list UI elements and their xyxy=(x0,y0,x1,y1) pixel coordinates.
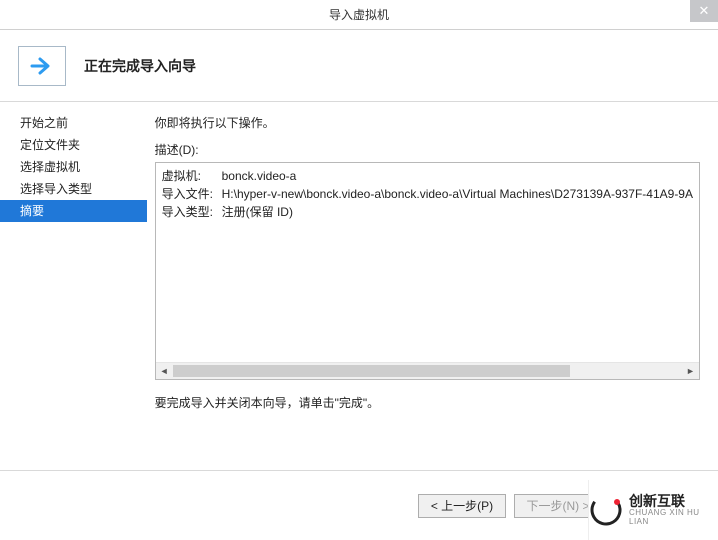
sidebar-item-select-vm[interactable]: 选择虚拟机 xyxy=(0,156,147,178)
brand-text: 创新互联 CHUANG XIN HU LIAN xyxy=(629,494,718,527)
import-type-value: 注册(保留 ID) xyxy=(222,203,293,221)
main-panel: 你即将执行以下操作。 描述(D): 虚拟机: bonck.video-a 导入文… xyxy=(147,102,718,470)
description-content: 虚拟机: bonck.video-a 导入文件: H:\hyper-v-new\… xyxy=(156,163,699,225)
sidebar-item-before-begin[interactable]: 开始之前 xyxy=(0,112,147,134)
finish-hint-text: 要完成导入并关闭本向导，请单击"完成"。 xyxy=(155,394,700,411)
import-type-label: 导入类型: xyxy=(162,203,222,221)
page-title: 正在完成导入向导 xyxy=(84,56,196,76)
scroll-track[interactable] xyxy=(173,363,682,379)
summary-row-import-type: 导入类型: 注册(保留 ID) xyxy=(162,203,693,221)
vm-label: 虚拟机: xyxy=(162,167,222,185)
scroll-right-arrow-icon[interactable]: ► xyxy=(682,363,699,379)
window-title: 导入虚拟机 xyxy=(329,6,389,23)
sidebar-item-locate-folder[interactable]: 定位文件夹 xyxy=(0,134,147,156)
brand-name-cn: 创新互联 xyxy=(629,494,718,509)
brand-mark-icon xyxy=(589,493,623,527)
close-icon: ✕ xyxy=(699,3,710,19)
horizontal-scrollbar[interactable]: ◄ ► xyxy=(156,362,699,379)
instruction-text: 你即将执行以下操作。 xyxy=(155,114,700,131)
import-file-label: 导入文件: xyxy=(162,185,222,203)
vm-value: bonck.video-a xyxy=(222,167,297,185)
description-label: 描述(D): xyxy=(155,141,700,158)
import-icon xyxy=(18,46,66,86)
close-button[interactable]: ✕ xyxy=(690,0,718,22)
description-box: 虚拟机: bonck.video-a 导入文件: H:\hyper-v-new\… xyxy=(155,162,700,380)
import-file-value: H:\hyper-v-new\bonck.video-a\bonck.video… xyxy=(222,185,693,203)
wizard-body: 开始之前 定位文件夹 选择虚拟机 选择导入类型 摘要 你即将执行以下操作。 描述… xyxy=(0,102,718,470)
titlebar: 导入虚拟机 ✕ xyxy=(0,0,718,30)
brand-name-en: CHUANG XIN HU LIAN xyxy=(629,509,718,527)
scroll-thumb[interactable] xyxy=(173,365,570,377)
previous-button[interactable]: < 上一步(P) xyxy=(418,494,506,518)
scroll-left-arrow-icon[interactable]: ◄ xyxy=(156,363,173,379)
summary-row-import-file: 导入文件: H:\hyper-v-new\bonck.video-a\bonck… xyxy=(162,185,693,203)
brand-logo-overlay: 创新互联 CHUANG XIN HU LIAN xyxy=(588,480,718,540)
sidebar-item-import-type[interactable]: 选择导入类型 xyxy=(0,178,147,200)
sidebar-item-summary[interactable]: 摘要 xyxy=(0,200,147,222)
summary-row-vm: 虚拟机: bonck.video-a xyxy=(162,167,693,185)
wizard-steps-sidebar: 开始之前 定位文件夹 选择虚拟机 选择导入类型 摘要 xyxy=(0,102,147,470)
wizard-header: 正在完成导入向导 xyxy=(0,30,718,102)
